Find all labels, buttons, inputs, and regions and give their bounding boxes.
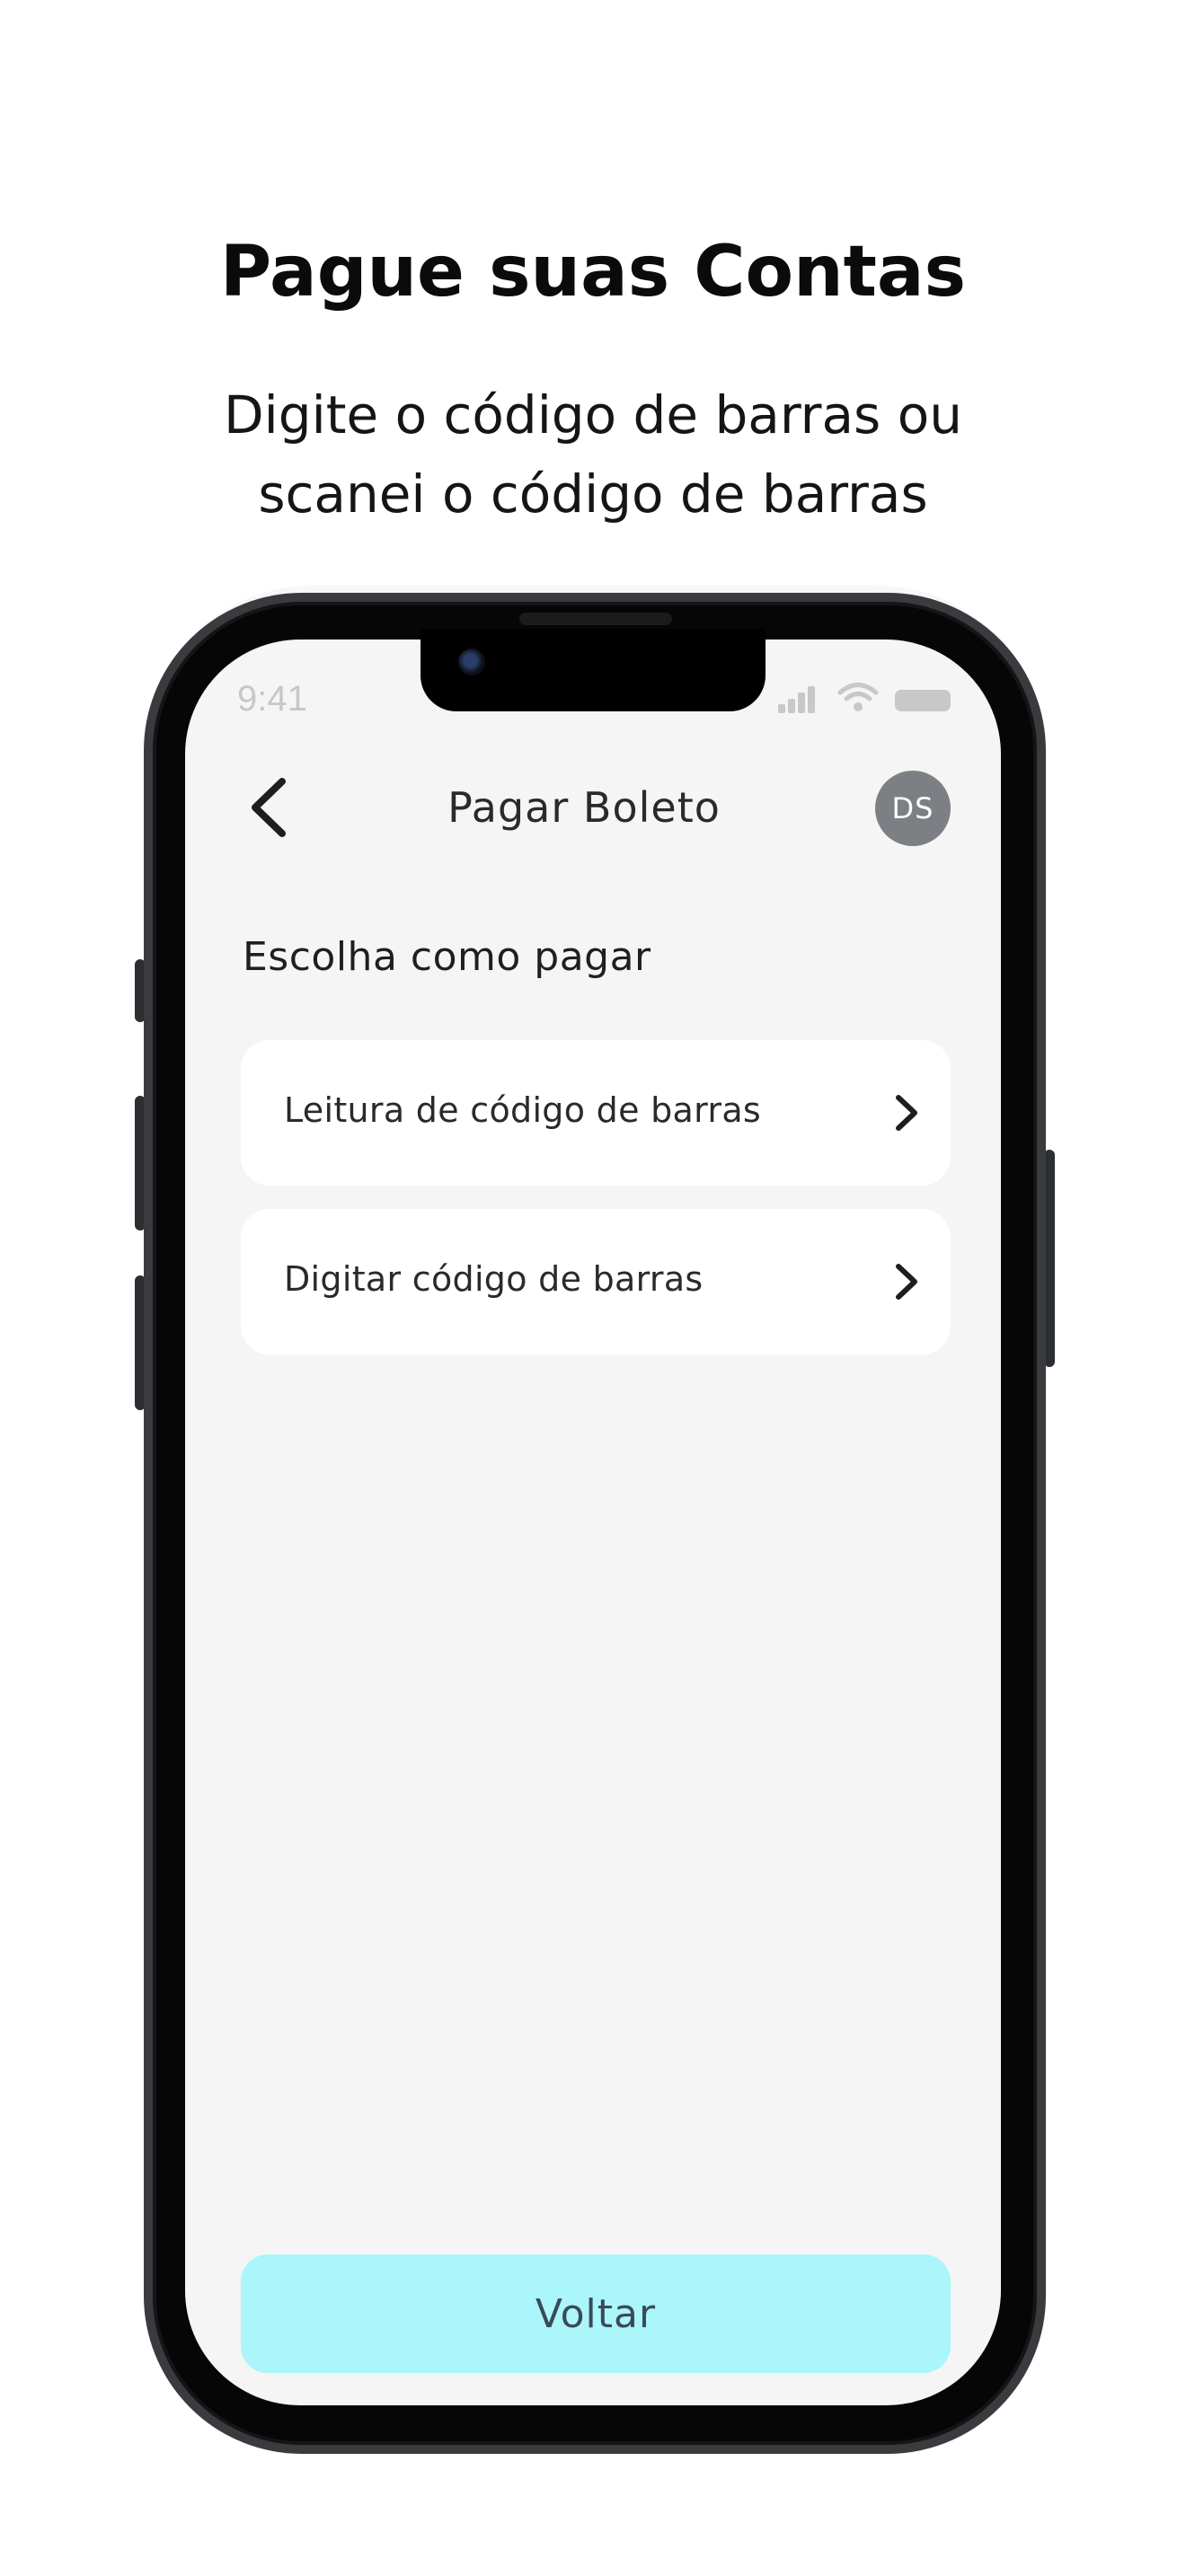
- status-time: 9:41: [237, 679, 307, 719]
- page-title: Pagar Boleto: [447, 783, 721, 832]
- chevron-left-icon[interactable]: [243, 774, 296, 841]
- hero-subtitle: Digite o código de barras ou scanei o có…: [135, 375, 1051, 534]
- chevron-right-icon: [896, 1264, 917, 1300]
- front-camera-icon: [458, 648, 485, 675]
- back-button[interactable]: Voltar: [241, 2254, 951, 2373]
- option-barcode-scan[interactable]: Leitura de código de barras: [241, 1040, 951, 1186]
- phone-screen: [185, 640, 1001, 2405]
- chevron-right-icon: [896, 1095, 917, 1131]
- option-label: Digitar código de barras: [284, 1259, 704, 1299]
- hero-subtitle-line-1: Digite o código de barras ou: [224, 384, 962, 446]
- speaker-grille: [519, 613, 672, 625]
- hero-title: Pague suas Contas: [219, 232, 966, 313]
- section-heading: Escolha como pagar: [243, 934, 651, 980]
- avatar[interactable]: DS: [875, 771, 951, 846]
- page: Pague suas Contas Digite o código de bar…: [0, 0, 1186, 2576]
- signal-icon: [778, 686, 816, 713]
- hero-subtitle-line-2: scanei o código de barras: [258, 463, 928, 525]
- option-type-barcode[interactable]: Digitar código de barras: [241, 1209, 951, 1354]
- battery-icon: [895, 690, 951, 711]
- option-label: Leitura de código de barras: [284, 1090, 762, 1130]
- wifi-icon: [837, 683, 879, 711]
